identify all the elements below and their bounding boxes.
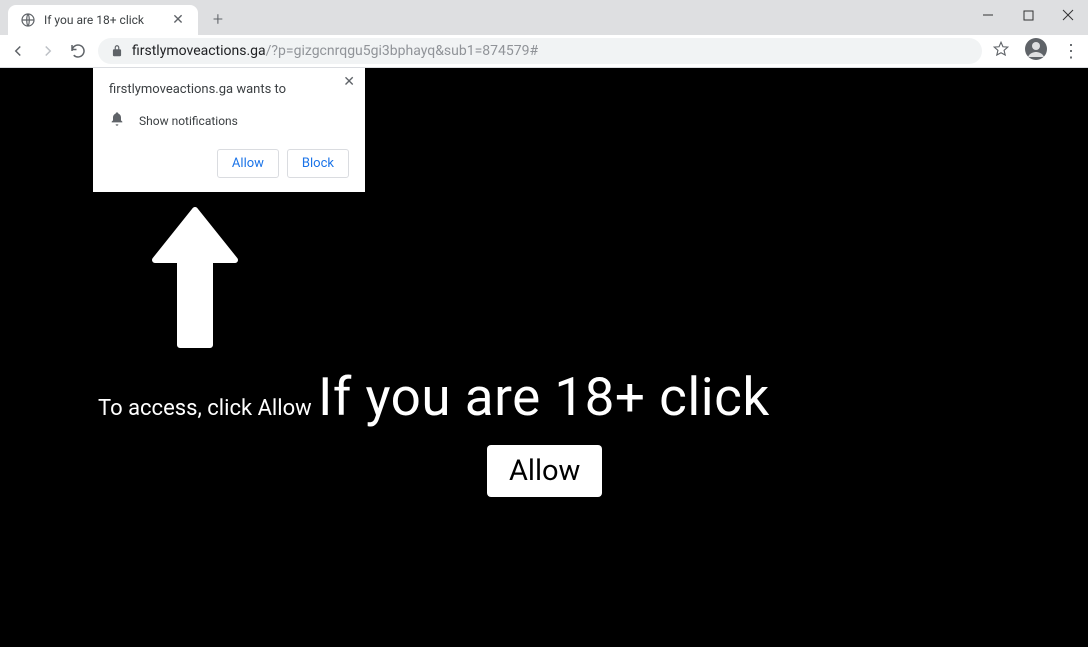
tab-title: If you are 18+ click	[44, 13, 162, 27]
block-notification-button[interactable]: Block	[287, 149, 349, 178]
profile-icon[interactable]	[1024, 37, 1048, 65]
bell-icon	[109, 111, 125, 131]
tab-close-icon[interactable]: ✕	[170, 12, 186, 28]
arrow-up-icon	[150, 205, 240, 354]
browser-toolbar: firstlymoveactions.ga/?p=gizgcnrqgu5gi3b…	[0, 35, 1088, 68]
more-menu-icon[interactable]: ⋮	[1062, 41, 1080, 62]
notification-permission-popup: ✕ firstlymoveactions.ga wants to Show no…	[93, 68, 365, 192]
page-content: ✕ firstlymoveactions.ga wants to Show no…	[0, 68, 1088, 647]
address-bar[interactable]: firstlymoveactions.ga/?p=gizgcnrqgu5gi3b…	[98, 38, 982, 64]
close-icon[interactable]: ✕	[343, 74, 355, 90]
notification-text: Show notifications	[139, 114, 238, 128]
page-allow-button[interactable]: Allow	[487, 445, 602, 497]
notification-header: firstlymoveactions.ga wants to	[109, 82, 349, 97]
maximize-button[interactable]	[1008, 0, 1048, 30]
bookmark-star-icon[interactable]	[992, 40, 1010, 62]
browser-titlebar: If you are 18+ click ✕ +	[0, 0, 1088, 35]
main-heading: If you are 18+ click	[318, 366, 770, 428]
browser-tab[interactable]: If you are 18+ click ✕	[8, 5, 198, 35]
minimize-button[interactable]	[968, 0, 1008, 30]
lock-icon	[110, 44, 124, 58]
back-button[interactable]	[8, 41, 28, 61]
allow-notification-button[interactable]: Allow	[217, 149, 279, 178]
new-tab-button[interactable]: +	[204, 5, 232, 33]
reload-button[interactable]	[68, 41, 88, 61]
url-host: firstlymoveactions.ga	[132, 43, 266, 59]
forward-button[interactable]	[38, 41, 58, 61]
access-instruction-text: To access, click Allow	[98, 396, 312, 421]
url-path: /?p=gizgcnrqgu5gi3bphayq&sub1=874579#	[266, 43, 538, 59]
globe-icon	[20, 12, 36, 28]
close-window-button[interactable]	[1048, 0, 1088, 30]
